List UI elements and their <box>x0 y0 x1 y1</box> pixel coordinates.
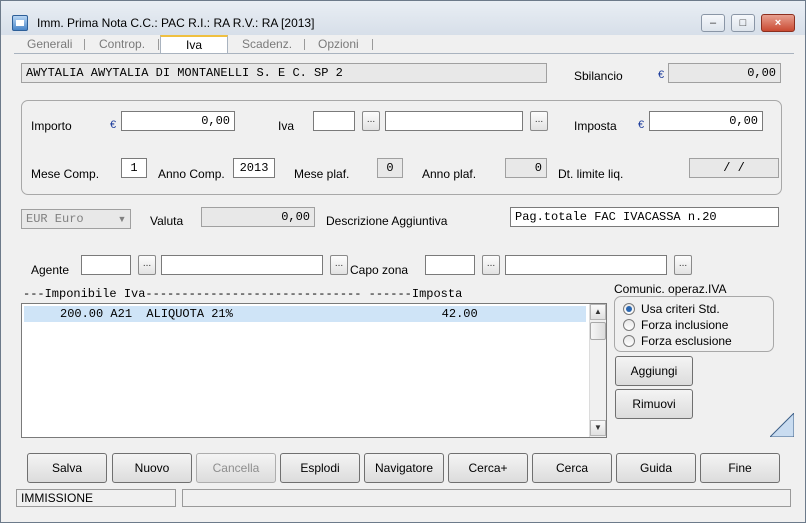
mese-plaf-field: 0 <box>377 158 403 178</box>
nuovo-button[interactable]: Nuovo <box>112 453 192 483</box>
iva-code-browse-button[interactable]: ... <box>362 111 380 131</box>
radio-icon <box>623 319 635 331</box>
tab-generali[interactable]: Generali <box>27 36 72 54</box>
aggiungi-button[interactable]: Aggiungi <box>615 356 693 386</box>
radio-icon <box>623 335 635 347</box>
tab-scadenz[interactable]: Scadenz. <box>242 36 292 54</box>
anno-plaf-label: Anno plaf. <box>422 167 477 181</box>
rimuovi-button[interactable]: Rimuovi <box>615 389 693 419</box>
radio-selected-icon <box>623 303 635 315</box>
capo-zona-label: Capo zona <box>350 263 409 277</box>
radio-forza-esclusione[interactable]: Forza esclusione <box>623 334 732 348</box>
tab-separator <box>158 39 159 50</box>
esplodi-button[interactable]: Esplodi <box>280 453 360 483</box>
cerca-plus-button[interactable]: Cerca+ <box>448 453 528 483</box>
mese-comp-input[interactable]: 1 <box>121 158 147 178</box>
agente-desc-input[interactable] <box>161 255 323 275</box>
importo-label: Importo <box>31 119 72 133</box>
title-bar: Imm. Prima Nota C.C.: PAC R.I.: RA R.V.:… <box>1 1 805 35</box>
radio-forza-inclusione[interactable]: Forza inclusione <box>623 318 728 332</box>
radio-label: Forza inclusione <box>641 318 729 332</box>
iva-list-header: ---Imponibile Iva-----------------------… <box>23 287 463 301</box>
capo-zona-desc-browse-button[interactable]: ... <box>674 255 692 275</box>
agente-code-input[interactable] <box>81 255 131 275</box>
capo-zona-browse-button[interactable]: ... <box>482 255 500 275</box>
navigatore-button[interactable]: Navigatore <box>364 453 444 483</box>
window-title: Imm. Prima Nota C.C.: PAC R.I.: RA R.V.:… <box>37 16 315 30</box>
maximize-button[interactable]: □ <box>731 14 755 32</box>
anno-comp-label: Anno Comp. <box>158 167 225 181</box>
importo-input[interactable]: 0,00 <box>121 111 235 131</box>
close-button[interactable]: × <box>761 14 795 32</box>
radio-label: Usa criteri Std. <box>641 302 720 316</box>
sbilancio-label: Sbilancio <box>574 69 623 83</box>
agente-label: Agente <box>31 263 70 277</box>
iva-list[interactable]: 200.00 A21 ALIQUOTA 21% 42.00 ▲ ▼ <box>21 303 607 438</box>
anno-plaf-field: 0 <box>505 158 547 178</box>
comunic-title: Comunic. operaz.IVA <box>614 282 727 296</box>
descrizione-label: Descrizione Aggiuntiva <box>326 214 448 228</box>
cerca-button[interactable]: Cerca <box>532 453 612 483</box>
dt-limite-label: Dt. limite liq. <box>558 167 624 181</box>
guida-button[interactable]: Guida <box>616 453 696 483</box>
iva-code-input[interactable] <box>313 111 355 131</box>
customer-line-field: AWYTALIA AWYTALIA DI MONTANELLI S. E C. … <box>21 63 547 83</box>
agente-browse-button[interactable]: ... <box>138 255 156 275</box>
imposta-input[interactable]: 0,00 <box>649 111 763 131</box>
mese-comp-label: Mese Comp. <box>31 167 100 181</box>
radio-usa-criteri[interactable]: Usa criteri Std. <box>623 302 720 316</box>
minimize-button[interactable]: – <box>701 14 725 32</box>
euro-icon: € <box>110 119 117 131</box>
anno-comp-input[interactable]: 2013 <box>233 158 275 178</box>
valuta-field: 0,00 <box>201 207 315 227</box>
list-item[interactable]: 200.00 A21 ALIQUOTA 21% 42.00 <box>24 306 586 322</box>
tab-underline <box>14 53 794 54</box>
imposta-label: Imposta <box>574 119 617 133</box>
capo-zona-desc-input[interactable] <box>505 255 667 275</box>
main-window: Imm. Prima Nota C.C.: PAC R.I.: RA R.V.:… <box>0 0 806 523</box>
euro-icon: € <box>638 119 645 131</box>
scroll-up-icon[interactable]: ▲ <box>590 304 606 320</box>
dt-limite-field: / / <box>689 158 779 178</box>
iva-label: Iva <box>278 119 295 133</box>
corner-fold-icon <box>770 413 794 437</box>
salva-button[interactable]: Salva <box>27 453 107 483</box>
scroll-thumb[interactable] <box>590 322 606 340</box>
iva-description-browse-button[interactable]: ... <box>530 111 548 131</box>
tab-separator <box>372 39 373 50</box>
agente-desc-browse-button[interactable]: ... <box>330 255 348 275</box>
iva-description-input[interactable] <box>385 111 523 131</box>
status-mode: IMMISSIONE <box>16 489 176 507</box>
scroll-down-icon[interactable]: ▼ <box>590 420 606 436</box>
app-icon <box>12 15 28 31</box>
tab-controp[interactable]: Controp. <box>99 36 145 54</box>
fine-button[interactable]: Fine <box>700 453 780 483</box>
euro-icon: € <box>658 69 665 81</box>
descrizione-input[interactable]: Pag.totale FAC IVACASSA n.20 <box>510 207 779 227</box>
chevron-down-icon[interactable]: ▼ <box>114 211 130 227</box>
tab-iva[interactable]: Iva <box>160 35 228 54</box>
tab-separator <box>304 39 305 50</box>
sbilancio-field: 0,00 <box>668 63 781 83</box>
mese-plaf-label: Mese plaf. <box>294 167 350 181</box>
cancella-button[interactable]: Cancella <box>196 453 276 483</box>
radio-label: Forza esclusione <box>641 334 732 348</box>
status-message <box>182 489 791 507</box>
list-scrollbar[interactable]: ▲ ▼ <box>589 304 606 437</box>
capo-zona-code-input[interactable] <box>425 255 475 275</box>
tab-opzioni[interactable]: Opzioni <box>318 36 359 54</box>
tab-separator <box>84 39 85 50</box>
valuta-label: Valuta <box>150 214 184 228</box>
